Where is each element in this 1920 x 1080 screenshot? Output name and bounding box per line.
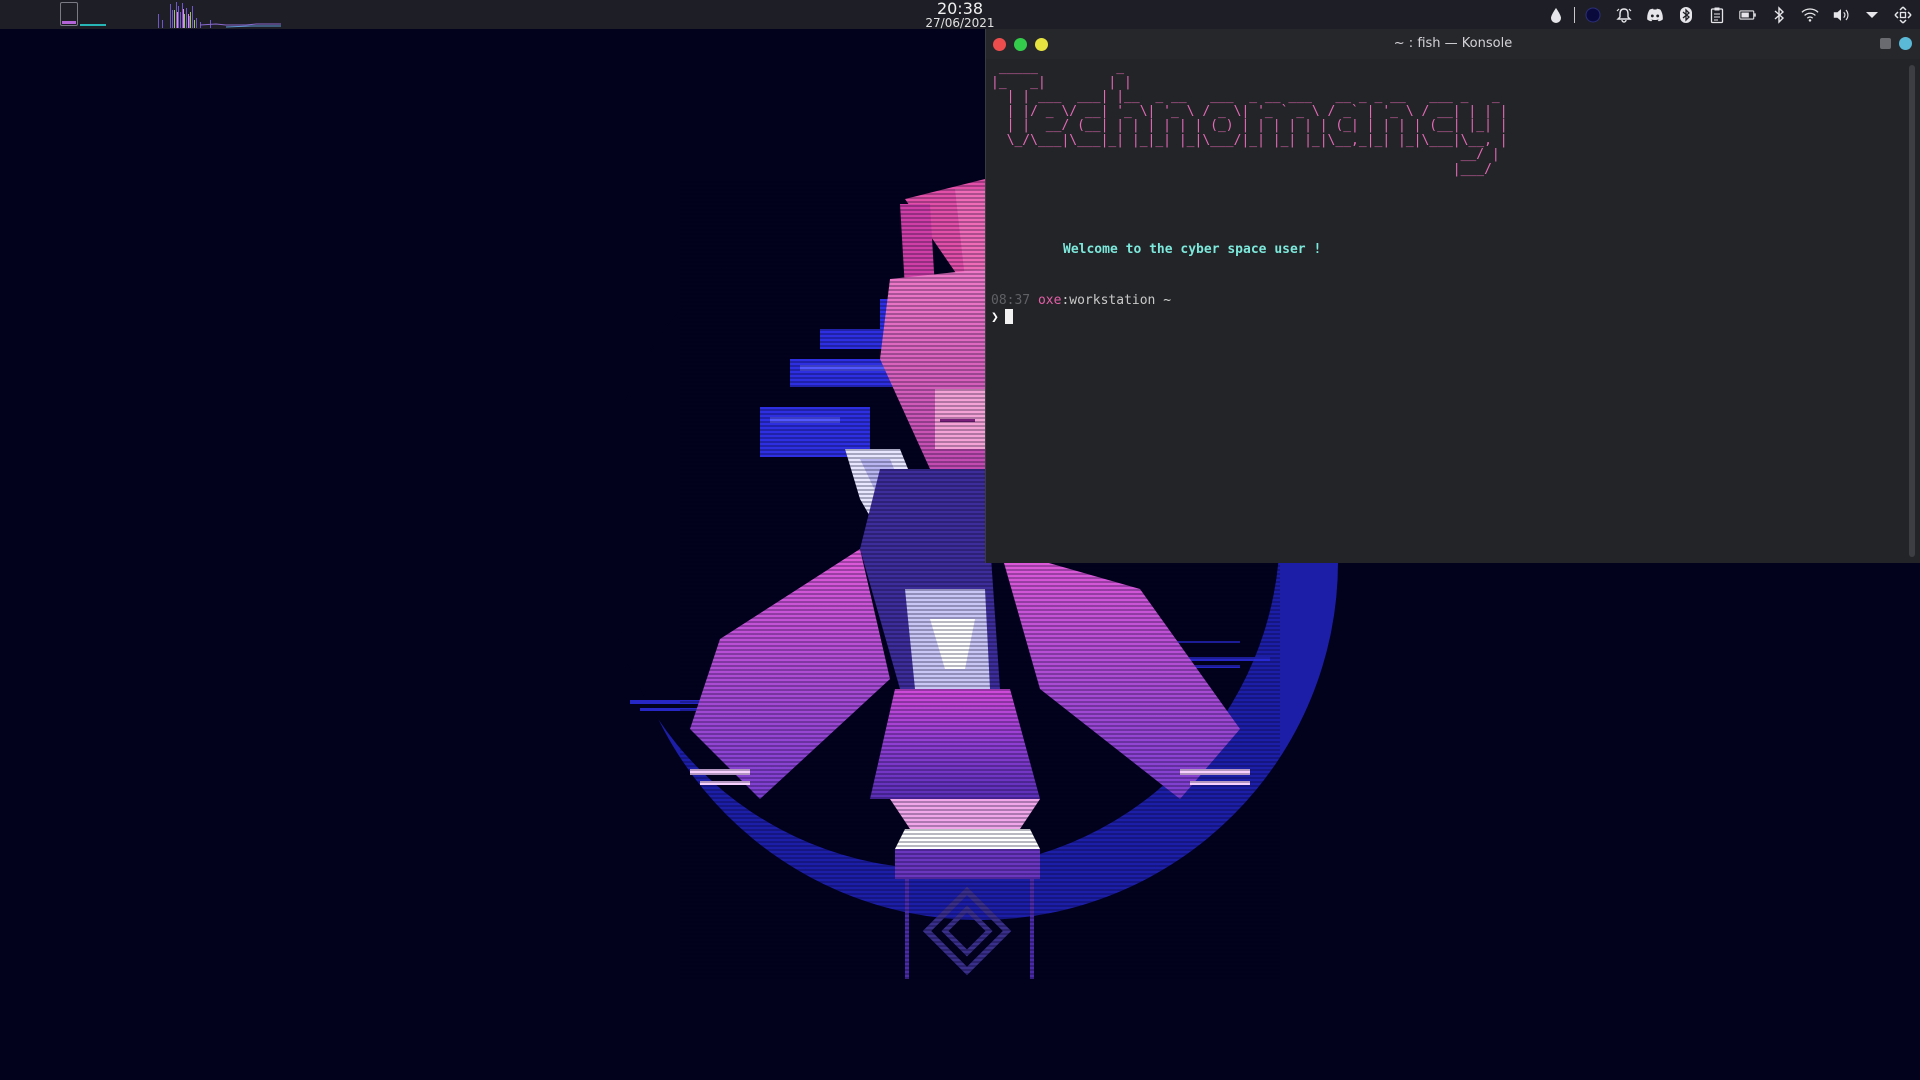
terminal-scrollbar[interactable] bbox=[1908, 65, 1916, 557]
system-tray bbox=[1547, 4, 1912, 26]
tray-separator bbox=[1574, 7, 1575, 23]
battery-icon[interactable] bbox=[1739, 6, 1757, 24]
prompt-user: oxe bbox=[1037, 293, 1062, 308]
expand-tray-icon[interactable] bbox=[1863, 6, 1881, 24]
discord-icon[interactable] bbox=[1646, 6, 1664, 24]
bluetooth-icon[interactable] bbox=[1677, 6, 1695, 24]
welcome-message: Welcome to the cyber space user ! bbox=[1063, 242, 1322, 257]
scrollbar-thumb[interactable] bbox=[1909, 65, 1915, 557]
command-line[interactable]: ❯ bbox=[991, 309, 1013, 326]
prompt-host: workstation bbox=[1069, 293, 1156, 308]
volume-icon[interactable] bbox=[1832, 6, 1850, 24]
window-menu-button[interactable] bbox=[1899, 37, 1912, 50]
text-cursor bbox=[1004, 309, 1013, 324]
clipboard-icon[interactable] bbox=[1708, 6, 1726, 24]
prompt-time: 08:37 bbox=[991, 293, 1031, 308]
top-panel: 20:38 27/06/2021 bbox=[0, 0, 1920, 30]
window-titlebar[interactable]: ~ : fish — Konsole bbox=[986, 29, 1920, 59]
night-color-icon[interactable] bbox=[1584, 6, 1602, 24]
wifi-icon[interactable] bbox=[1801, 6, 1819, 24]
droplet-icon[interactable] bbox=[1547, 6, 1565, 24]
keep-above-button[interactable] bbox=[1880, 38, 1891, 49]
bluetooth-settings-icon[interactable] bbox=[1770, 6, 1788, 24]
prompt-symbol: ❯ bbox=[991, 310, 999, 325]
konsole-window[interactable]: ~ : fish — Konsole _____ _ |_ _| | | | |… bbox=[985, 29, 1920, 563]
prompt-directory: ~ bbox=[1163, 293, 1172, 308]
terminal-area[interactable]: _____ _ |_ _| | | | | ___ ___| |__ _ __ … bbox=[991, 60, 1900, 559]
network-icon[interactable] bbox=[1894, 6, 1912, 24]
window-title: ~ : fish — Konsole bbox=[1393, 36, 1513, 51]
prompt-line: 08:37 oxe:workstation ~ bbox=[991, 292, 1171, 309]
ascii-banner: _____ _ |_ _| | | | | ___ ___| |__ _ __ … bbox=[991, 60, 1508, 177]
notification-bell-icon[interactable] bbox=[1615, 6, 1633, 24]
